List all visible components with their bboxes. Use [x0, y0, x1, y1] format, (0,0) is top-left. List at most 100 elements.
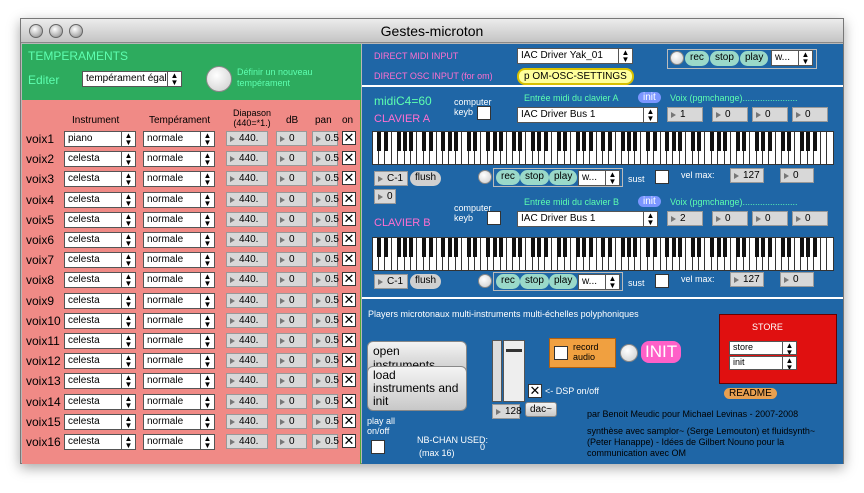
velmin-b[interactable]: 0	[780, 272, 814, 287]
init-a-button[interactable]: init	[638, 92, 661, 103]
temperament-row-select[interactable]: normale ▲ ▼	[143, 191, 215, 208]
pan-number[interactable]: 0.5	[312, 292, 339, 308]
instrument-select[interactable]: celesta ▲ ▼	[64, 413, 136, 430]
diapason-number[interactable]: 440.	[226, 171, 268, 187]
instrument-select[interactable]: celesta ▲ ▼	[64, 191, 136, 208]
voice-on-checkbox[interactable]: ✕	[342, 312, 356, 327]
voix-a-3[interactable]: 0	[752, 107, 788, 122]
diapason-number[interactable]: 440.	[226, 211, 268, 227]
octave-a[interactable]: C-1	[374, 171, 408, 186]
white-key[interactable]	[520, 238, 527, 270]
voice-on-checkbox[interactable]: ✕	[342, 393, 356, 408]
white-key[interactable]	[699, 132, 706, 164]
db-number[interactable]: 0	[276, 211, 307, 227]
db-number[interactable]: 0	[276, 353, 307, 369]
temperament-row-select[interactable]: normale ▲ ▼	[143, 232, 215, 248]
pan-number[interactable]: 0.5	[312, 151, 339, 167]
keyboard-b[interactable]	[372, 237, 834, 271]
voix-b-1[interactable]: 2	[667, 211, 703, 226]
file-b-select[interactable]: w... ▲ ▼	[578, 274, 620, 290]
rec-b-button[interactable]: rec	[496, 274, 520, 289]
instrument-select[interactable]: celesta ▲ ▼	[64, 373, 136, 390]
instrument-select[interactable]: celesta ▲ ▼	[64, 333, 136, 349]
db-number[interactable]: 0	[276, 434, 307, 449]
direct-play-button[interactable]: play	[740, 51, 769, 66]
direct-rec-button[interactable]: rec	[685, 51, 709, 66]
pan-number[interactable]: 0.5	[312, 353, 339, 369]
white-key[interactable]	[789, 238, 795, 270]
temperament-row-select[interactable]: normale ▲ ▼	[143, 312, 215, 329]
play-all-checkbox[interactable]	[371, 440, 385, 454]
white-key[interactable]	[456, 238, 463, 270]
dac-button[interactable]: dac~	[525, 402, 557, 417]
init-select[interactable]: init ▲ ▼	[729, 356, 797, 370]
init-b-button[interactable]: init	[638, 196, 661, 207]
play-a-button[interactable]: play	[549, 170, 578, 185]
white-key[interactable]	[821, 238, 827, 270]
white-key[interactable]	[699, 238, 706, 270]
temperament-row-select[interactable]: normale ▲ ▼	[143, 211, 215, 228]
diapason-number[interactable]: 440.	[226, 272, 268, 288]
white-key[interactable]	[565, 132, 571, 164]
white-key[interactable]	[475, 238, 482, 270]
instrument-select[interactable]: celesta ▲ ▼	[64, 171, 136, 188]
white-key[interactable]	[386, 132, 392, 164]
direct-file-select[interactable]: w... ▲ ▼	[771, 50, 813, 66]
voice-on-checkbox[interactable]: ✕	[342, 353, 356, 368]
temperament-row-select[interactable]: normale ▲ ▼	[143, 393, 215, 410]
stop-b-button[interactable]: stop	[520, 274, 549, 289]
temperament-row-select[interactable]: normale ▲ ▼	[143, 131, 215, 147]
white-key[interactable]	[680, 132, 687, 164]
white-key[interactable]	[411, 238, 418, 270]
white-key[interactable]	[744, 238, 751, 270]
readme-button[interactable]: README	[724, 388, 777, 399]
velmin-a[interactable]: 0	[780, 168, 814, 183]
temperament-select[interactable]: tempérament égal ▲ ▼	[82, 71, 182, 87]
voice-on-checkbox[interactable]: ✕	[342, 131, 356, 145]
white-key[interactable]	[501, 238, 507, 270]
transport-a-toggle[interactable]	[478, 170, 492, 184]
diapason-number[interactable]: 440.	[226, 333, 268, 348]
white-key[interactable]	[610, 238, 616, 270]
white-key[interactable]	[501, 132, 507, 164]
db-number[interactable]: 0	[276, 373, 307, 389]
white-key[interactable]	[386, 238, 392, 270]
temperament-row-select[interactable]: normale ▲ ▼	[143, 292, 215, 309]
file-a-select[interactable]: w... ▲ ▼	[578, 170, 620, 186]
sust-a-checkbox[interactable]	[655, 170, 669, 184]
diapason-number[interactable]: 440.	[226, 353, 268, 369]
load-instruments-button[interactable]: load instruments and init	[367, 366, 467, 411]
db-number[interactable]: 0	[276, 252, 307, 268]
db-number[interactable]: 0	[276, 232, 307, 247]
gain-slider[interactable]	[503, 340, 525, 402]
store-select[interactable]: store ▲ ▼	[729, 341, 797, 355]
white-key[interactable]	[546, 132, 552, 164]
flush-a-button[interactable]: flush	[410, 171, 442, 186]
diapason-number[interactable]: 440.	[226, 393, 268, 409]
pan-number[interactable]: 0.5	[312, 232, 339, 247]
dsp-checkbox[interactable]: ✕	[528, 384, 542, 398]
db-number[interactable]: 0	[276, 171, 307, 187]
gain-value[interactable]: 128	[492, 404, 522, 419]
db-number[interactable]: 0	[276, 272, 307, 288]
voice-on-checkbox[interactable]: ✕	[342, 292, 356, 307]
clavier-b-driver-select[interactable]: IAC Driver Bus 1 ▲ ▼	[517, 211, 658, 227]
white-key[interactable]	[431, 238, 437, 270]
white-key[interactable]	[565, 238, 571, 270]
diapason-number[interactable]: 440.	[226, 434, 268, 449]
diapason-number[interactable]: 440.	[226, 191, 268, 207]
voice-on-checkbox[interactable]: ✕	[342, 373, 356, 388]
voice-on-checkbox[interactable]: ✕	[342, 413, 356, 428]
transport-b-toggle[interactable]	[478, 274, 492, 288]
db-number[interactable]: 0	[276, 413, 307, 429]
sust-b-checkbox[interactable]	[655, 274, 669, 288]
voice-on-checkbox[interactable]: ✕	[342, 252, 356, 267]
white-key[interactable]	[591, 238, 597, 270]
voice-on-checkbox[interactable]: ✕	[342, 211, 356, 226]
white-key[interactable]	[546, 238, 552, 270]
voice-on-checkbox[interactable]: ✕	[342, 232, 356, 246]
midi-input-select[interactable]: IAC Driver Yak_01 ▲ ▼	[517, 48, 633, 64]
instrument-select[interactable]: celesta ▲ ▼	[64, 312, 136, 329]
osc-settings-button[interactable]: p OM-OSC-SETTINGS	[517, 68, 634, 85]
white-key[interactable]	[789, 132, 795, 164]
